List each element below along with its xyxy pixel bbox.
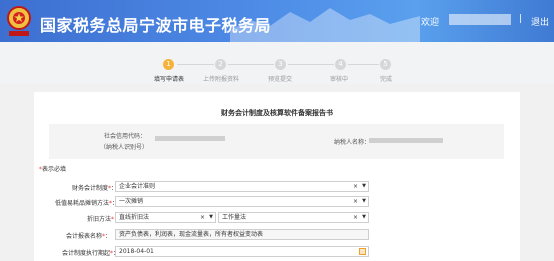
- amortization-method-label: 低值易耗品摊销方法*：: [55, 200, 118, 207]
- chevron-down-icon[interactable]: ▼: [362, 213, 366, 222]
- calendar-icon[interactable]: [359, 248, 366, 255]
- step-1-label: 填写申请表: [154, 76, 185, 83]
- statement-name-value: 资产负债表，利润表，现金流量表，所有者权益变动表: [119, 231, 264, 238]
- amortization-method-label-text: 低值易耗品摊销方法: [55, 200, 110, 207]
- welcome-text: 欢迎: [421, 18, 440, 28]
- clear-icon[interactable]: ×: [200, 213, 205, 222]
- step-1-circle: 1: [163, 59, 174, 70]
- step-3-circle: 3: [275, 59, 286, 70]
- required-note: *表示必填: [39, 164, 66, 173]
- app-header: 国家税务总局宁波市电子税务局 欢迎 | 退出: [0, 0, 554, 42]
- execution-date-label: 会计制度执行期起*：: [62, 250, 119, 257]
- statement-name-label-text: 会计报表名称: [66, 233, 103, 240]
- step-5-label: 完成: [380, 76, 393, 83]
- step-4-label: 审核中: [330, 76, 349, 83]
- step-2-label: 上传附报资料: [203, 76, 240, 83]
- amortization-method-select[interactable]: 一次摊销 × ▼: [115, 196, 369, 207]
- credit-code-redacted: [155, 136, 225, 141]
- tax-emblem-icon: [7, 6, 31, 36]
- execution-date-input[interactable]: 2018-04-01: [115, 246, 369, 257]
- step-4-circle: 4: [335, 59, 346, 70]
- step-5-circle: 5: [380, 59, 391, 70]
- clear-icon[interactable]: ×: [353, 197, 358, 206]
- statement-name-field[interactable]: 资产负债表，利润表，现金流量表，所有者权益变动表: [115, 229, 369, 240]
- chevron-down-icon[interactable]: ▼: [362, 197, 366, 206]
- chevron-down-icon[interactable]: ▼: [209, 213, 213, 222]
- execution-date-value: 2018-04-01: [119, 248, 154, 255]
- statement-name-label: 会计报表名称*：: [66, 233, 112, 240]
- step-connector: [228, 64, 274, 65]
- depreciation-method-select[interactable]: 直线折旧法 × ▼: [115, 212, 216, 223]
- taxpayer-name-redacted: [369, 138, 443, 143]
- step-connector: [288, 64, 334, 65]
- accounting-system-label: 财务会计制度*：: [72, 185, 117, 192]
- execution-date-label-text: 会计制度执行期起: [62, 250, 111, 257]
- step-connector: [348, 64, 379, 65]
- accounting-system-label-text: 财务会计制度: [72, 185, 109, 192]
- depreciation-method-value: 直线折旧法: [119, 214, 150, 221]
- step-3-label: 预览提交: [268, 76, 293, 83]
- chevron-down-icon[interactable]: ▼: [362, 182, 366, 191]
- site-title: 国家税务总局宁波市电子税务局: [40, 16, 272, 35]
- form-title: 财务会计制度及核算软件备案报告书: [221, 109, 333, 117]
- accounting-system-value: 企业会计准则: [119, 183, 156, 190]
- logout-link[interactable]: 退出: [531, 15, 549, 28]
- credit-code-sublabel: （纳税人识别号）: [100, 144, 149, 151]
- depreciation-method-select-2[interactable]: 工作量法 × ▼: [218, 212, 369, 223]
- user-name-redacted: [449, 14, 511, 25]
- taxpayer-name-label: 纳税人名称：: [334, 139, 371, 146]
- step-2-circle: 2: [215, 59, 226, 70]
- credit-code-label: 社会信用代码：: [104, 133, 147, 140]
- depreciation-method-value-2: 工作量法: [222, 214, 247, 221]
- step-connector: [177, 64, 214, 65]
- depreciation-method-label-text: 折旧方法: [87, 216, 112, 223]
- clear-icon[interactable]: ×: [353, 182, 358, 191]
- amortization-method-value: 一次摊销: [119, 198, 144, 205]
- required-note-text: 表示必填: [42, 166, 67, 173]
- header-separator: |: [519, 14, 523, 24]
- clear-icon[interactable]: ×: [353, 213, 358, 222]
- accounting-system-select[interactable]: 企业会计准则 × ▼: [115, 181, 369, 192]
